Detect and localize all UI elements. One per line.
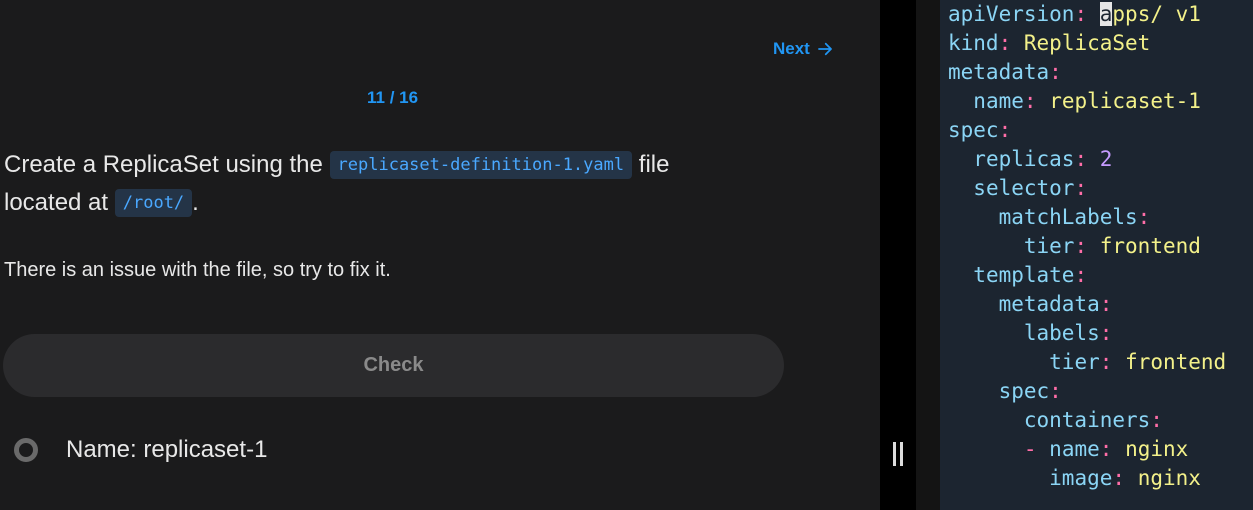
yaml-colon: : <box>1137 205 1151 229</box>
yaml-colon: : <box>1099 321 1113 345</box>
yaml-key: name <box>973 89 1024 113</box>
yaml-value: replicaset-1 <box>1049 89 1201 113</box>
yaml-key: containers <box>1023 408 1151 432</box>
yaml-value: frontend <box>1125 350 1227 374</box>
yaml-list-dash: - <box>1023 437 1037 461</box>
yaml-key: spec <box>998 379 1050 403</box>
question-progress: 11 / 16 <box>367 88 419 107</box>
path-chip: /root/ <box>114 189 193 217</box>
yaml-value: 2 <box>1099 147 1113 171</box>
yaml-line[interactable]: - name: nginx <box>948 435 1226 464</box>
yaml-value: frontend <box>1099 234 1201 258</box>
yaml-colon: : <box>1074 176 1088 200</box>
yaml-key: labels <box>1023 321 1100 345</box>
yaml-line[interactable]: apiVersion: apps/ v1 <box>948 0 1226 29</box>
yaml-line[interactable]: name: replicaset-1 <box>948 87 1226 116</box>
yaml-value: pps/ v1 <box>1112 2 1201 26</box>
yaml-key: selector <box>973 176 1075 200</box>
yaml-line[interactable]: image: nginx <box>948 464 1226 493</box>
yaml-editor[interactable]: apiVersion: apps/ v1 kind: ReplicaSet meta… <box>940 0 1253 510</box>
yaml-colon: : <box>1099 437 1113 461</box>
yaml-key: matchLabels <box>998 205 1138 229</box>
arrow-right-icon <box>817 42 832 56</box>
yaml-line[interactable]: metadata: <box>948 58 1226 87</box>
panel-divider <box>880 0 916 510</box>
yaml-line[interactable]: containers: <box>948 406 1226 435</box>
yaml-colon: : <box>1074 2 1088 26</box>
file-name-chip: replicaset-definition-1.yaml <box>329 151 633 179</box>
yaml-key: spec <box>948 118 999 142</box>
yaml-colon: : <box>1112 466 1126 490</box>
yaml-key: template <box>973 263 1075 287</box>
yaml-key: metadata <box>948 60 1050 84</box>
yaml-line[interactable]: metadata: <box>948 290 1226 319</box>
yaml-line[interactable]: template: <box>948 261 1226 290</box>
yaml-colon: : <box>1074 263 1088 287</box>
yaml-line[interactable]: selector: <box>948 174 1226 203</box>
yaml-value: ReplicaSet <box>1023 31 1151 55</box>
yaml-line[interactable]: spec: <box>948 377 1226 406</box>
yaml-line[interactable]: spec: <box>948 116 1226 145</box>
yaml-key: replicas <box>973 147 1075 171</box>
question-panel: Next 11 / 16 Create a ReplicaSet using t… <box>0 0 880 510</box>
task-item: Name: replicaset-1 <box>14 436 267 464</box>
yaml-colon: : <box>1023 89 1037 113</box>
yaml-line[interactable]: matchLabels: <box>948 203 1226 232</box>
yaml-key: tier <box>1049 350 1100 374</box>
yaml-key: metadata <box>998 292 1100 316</box>
yaml-key: image <box>1049 466 1113 490</box>
yaml-line[interactable]: tier: frontend <box>948 232 1226 261</box>
yaml-colon: : <box>998 31 1012 55</box>
yaml-colon: : <box>1074 147 1088 171</box>
question-text: Create a ReplicaSet using the replicaset… <box>4 151 670 217</box>
task-status-icon <box>14 438 38 462</box>
yaml-line[interactable]: labels: <box>948 319 1226 348</box>
yaml-value: nginx <box>1137 466 1201 490</box>
task-label: Name: replicaset-1 <box>66 436 268 463</box>
yaml-colon: : <box>1074 234 1088 258</box>
yaml-content[interactable]: apiVersion: apps/ v1 kind: ReplicaSet meta… <box>948 0 1226 493</box>
next-button[interactable]: Next <box>773 39 834 59</box>
yaml-colon: : <box>1099 292 1113 316</box>
yaml-line[interactable]: replicas: 2 <box>948 145 1226 174</box>
next-label: Next <box>773 39 810 58</box>
yaml-colon: : <box>1049 60 1062 84</box>
yaml-colon: : <box>998 118 1012 142</box>
yaml-line[interactable]: tier: frontend <box>948 348 1226 377</box>
resize-handle-icon[interactable] <box>893 442 903 466</box>
text-cursor: a <box>1099 2 1113 26</box>
yaml-key: apiVersion <box>948 2 1075 26</box>
yaml-key: kind <box>948 31 999 55</box>
yaml-line[interactable]: kind: ReplicaSet <box>948 29 1226 58</box>
yaml-value: nginx <box>1125 437 1189 461</box>
yaml-key: tier <box>1023 234 1075 258</box>
yaml-colon: : <box>1150 408 1163 432</box>
check-button[interactable]: Check <box>3 334 784 397</box>
question-note: There is an issue with the file, so try … <box>4 259 391 281</box>
yaml-key: name <box>1049 437 1100 461</box>
yaml-colon: : <box>1099 350 1113 374</box>
yaml-colon: : <box>1049 379 1062 403</box>
